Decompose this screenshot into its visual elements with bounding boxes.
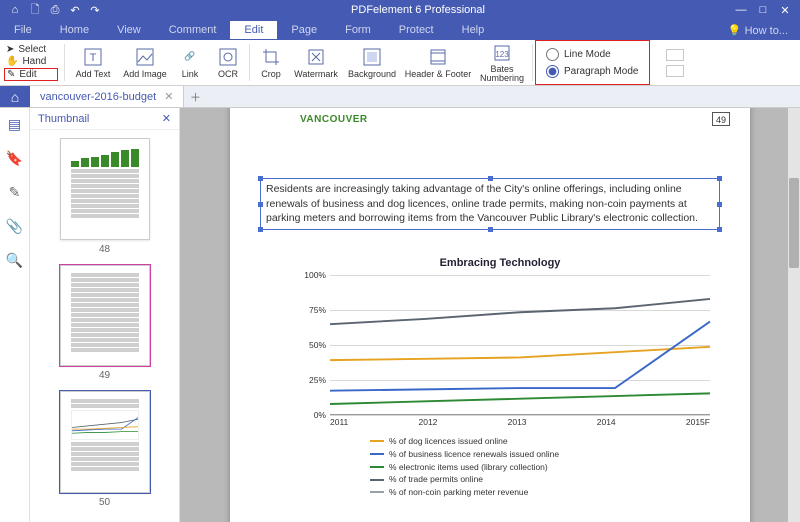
qat-home-icon[interactable]: ⌂ xyxy=(8,3,22,17)
add-image-button[interactable]: Add Image xyxy=(119,40,171,85)
vertical-scrollbar[interactable] xyxy=(788,108,800,522)
page-brand: VANCOUVER xyxy=(300,114,368,125)
page-canvas[interactable]: VANCOUVER 49 Residents are increasingly … xyxy=(180,108,800,522)
qat-open-icon[interactable]: 🗋 xyxy=(28,3,42,17)
minimize-button[interactable]: — xyxy=(732,4,750,17)
thumbnail-page-49[interactable] xyxy=(60,265,150,367)
menubar: File Home View Comment Edit Page Form Pr… xyxy=(0,20,800,40)
menu-protect[interactable]: Protect xyxy=(385,21,448,39)
menu-view[interactable]: View xyxy=(103,21,155,39)
menu-page[interactable]: Page xyxy=(277,21,331,39)
chart-legend: % of dog licences issued online% of busi… xyxy=(370,435,710,499)
page-number: 49 xyxy=(712,112,730,126)
app-title: PDFelement 6 Professional xyxy=(110,4,726,16)
search-tab-icon[interactable]: 🔍 xyxy=(7,252,23,268)
cursor-icon: ➤ xyxy=(6,44,14,55)
thumbnail-label: 49 xyxy=(99,370,110,381)
document-tab[interactable]: vancouver-2016-budget ✕ xyxy=(30,86,184,107)
close-button[interactable]: ✕ xyxy=(776,4,794,17)
thumbnail-label: 50 xyxy=(99,497,110,508)
link-icon: 🔗 xyxy=(180,47,200,67)
hand-tool[interactable]: ✋Hand xyxy=(4,56,58,67)
document-tabbar: ⌂ vancouver-2016-budget ✕ ＋ xyxy=(0,86,800,108)
thumbnails-tab-icon[interactable]: ▤ xyxy=(7,116,23,132)
svg-text:T: T xyxy=(90,52,97,64)
maximize-button[interactable]: □ xyxy=(754,4,772,17)
thumbnail-list[interactable]: 48 49 50 xyxy=(30,130,179,522)
tab-close-icon[interactable]: ✕ xyxy=(164,90,173,103)
crop-button[interactable]: Crop xyxy=(252,40,290,85)
bookmarks-tab-icon[interactable]: 🔖 xyxy=(7,150,23,166)
ocr-button[interactable]: OCR xyxy=(209,40,247,85)
attachments-tab-icon[interactable]: 📎 xyxy=(7,218,23,234)
embedded-chart: Embracing Technology 0%25%50%75%100% 201… xyxy=(290,257,710,522)
align-group xyxy=(662,40,688,85)
bates-icon: 123 xyxy=(492,43,512,63)
hand-icon: ✋ xyxy=(6,56,18,67)
chart-title: Embracing Technology xyxy=(290,257,710,269)
ocr-icon xyxy=(218,47,238,67)
thumbnail-panel-close-icon[interactable]: ✕ xyxy=(162,112,171,125)
align-option-2[interactable] xyxy=(666,65,684,77)
align-option-1[interactable] xyxy=(666,49,684,61)
tab-add-button[interactable]: ＋ xyxy=(184,86,206,107)
menu-edit[interactable]: Edit xyxy=(230,21,277,39)
side-tabs: ▤ 🔖 ✎ 📎 🔍 xyxy=(0,108,30,522)
menu-file[interactable]: File xyxy=(0,21,46,39)
crop-icon xyxy=(261,47,281,67)
line-mode-radio[interactable]: Line Mode xyxy=(546,48,639,61)
background-button[interactable]: Background xyxy=(342,40,402,85)
tab-home-icon[interactable]: ⌂ xyxy=(0,86,30,107)
thumbnail-panel-title: Thumbnail xyxy=(38,113,89,125)
text-icon: T xyxy=(83,47,103,67)
watermark-icon xyxy=(306,47,326,67)
image-icon xyxy=(135,47,155,67)
menu-help[interactable]: Help xyxy=(448,21,499,39)
annotations-tab-icon[interactable]: ✎ xyxy=(7,184,23,200)
ribbon: ➤Select ✋Hand ✎Edit TAdd Text Add Image … xyxy=(0,40,800,86)
menu-home[interactable]: Home xyxy=(46,21,103,39)
thumbnail-page-50[interactable] xyxy=(60,391,150,493)
title-bar: ⌂ 🗋 ⎙ ↶ ↷ PDFelement 6 Professional — □ … xyxy=(0,0,800,20)
menu-comment[interactable]: Comment xyxy=(155,21,231,39)
chart-x-labels: 20112012201320142015F xyxy=(330,415,710,429)
edit-icon: ✎ xyxy=(7,69,15,80)
menu-form[interactable]: Form xyxy=(331,21,385,39)
selected-text-block[interactable]: Residents are increasingly taking advant… xyxy=(260,178,720,230)
svg-text:123: 123 xyxy=(495,50,509,59)
qat-print-icon[interactable]: ⎙ xyxy=(48,3,62,17)
watermark-button[interactable]: Watermark xyxy=(290,40,342,85)
background-icon xyxy=(362,47,382,67)
paragraph-text: Residents are increasingly taking advant… xyxy=(266,183,698,224)
edit-tool[interactable]: ✎Edit xyxy=(4,68,58,81)
header-footer-button[interactable]: Header & Footer xyxy=(402,40,474,85)
thumbnail-page-48[interactable] xyxy=(60,138,150,240)
link-button[interactable]: 🔗Link xyxy=(171,40,209,85)
paragraph-mode-radio[interactable]: Paragraph Mode xyxy=(546,65,639,78)
qat-undo-icon[interactable]: ↶ xyxy=(68,3,82,17)
thumbnail-panel: Thumbnail ✕ 48 49 50 xyxy=(30,108,180,522)
tab-label: vancouver-2016-budget xyxy=(40,91,156,103)
qat-redo-icon[interactable]: ↷ xyxy=(88,3,102,17)
edit-mode-group: Line Mode Paragraph Mode xyxy=(535,40,650,85)
add-text-button[interactable]: TAdd Text xyxy=(67,40,119,85)
select-tool[interactable]: ➤Select xyxy=(4,44,58,55)
header-footer-icon xyxy=(428,47,448,67)
chart-plot-area: 0%25%50%75%100% xyxy=(330,275,710,415)
thumbnail-label: 48 xyxy=(99,244,110,255)
bates-numbering-button[interactable]: 123Bates Numbering xyxy=(474,40,530,85)
pdf-page: VANCOUVER 49 Residents are increasingly … xyxy=(230,108,750,522)
scrollbar-thumb[interactable] xyxy=(789,178,799,268)
help-howto[interactable]: 💡 How to... xyxy=(716,24,800,37)
